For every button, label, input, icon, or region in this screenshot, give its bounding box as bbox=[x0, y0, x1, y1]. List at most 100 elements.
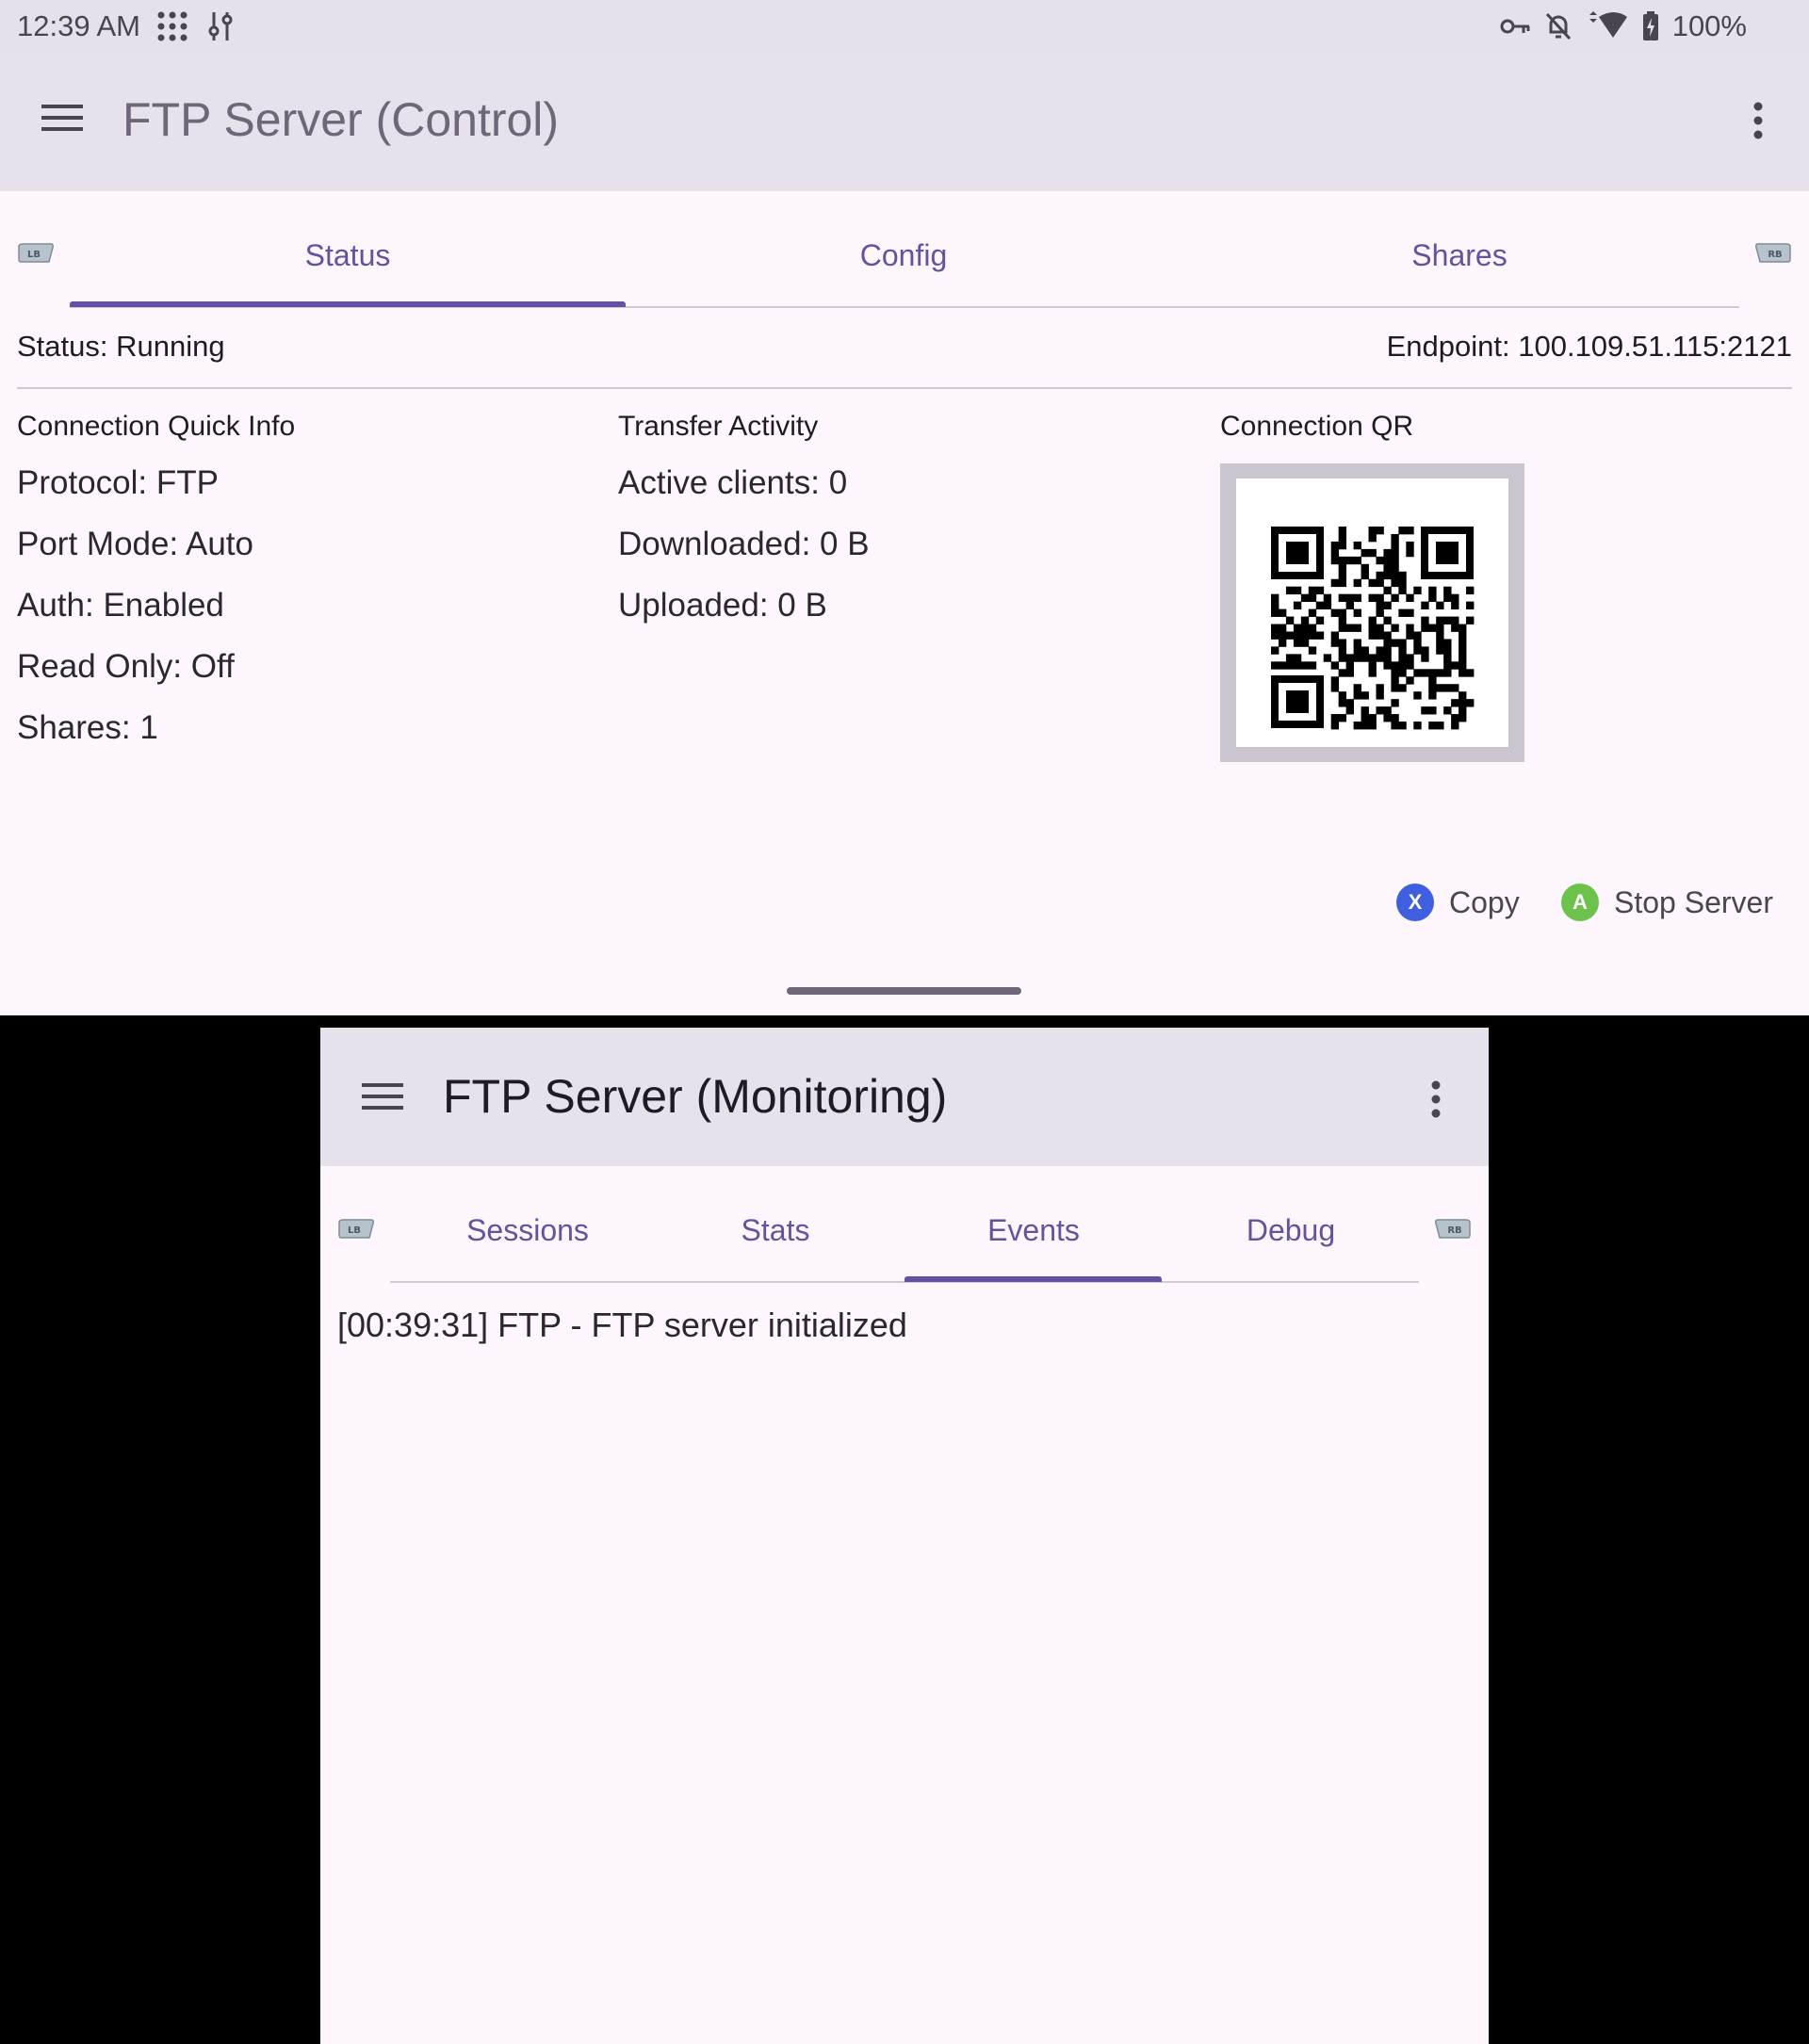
tab-debug[interactable]: Debug bbox=[1197, 1213, 1385, 1248]
quick-info-heading: Connection Quick Info bbox=[17, 411, 296, 442]
qr-module bbox=[1383, 571, 1392, 580]
qr-module bbox=[1300, 639, 1310, 647]
qr-module bbox=[1338, 608, 1347, 617]
qr-module bbox=[1459, 706, 1467, 715]
qr-module bbox=[1406, 608, 1414, 617]
qr-module bbox=[1421, 654, 1429, 662]
menu-icon[interactable] bbox=[41, 103, 83, 138]
qr-module bbox=[1368, 616, 1377, 625]
qr-module bbox=[1285, 586, 1295, 595]
stop-server-label: Stop Server bbox=[1614, 884, 1773, 919]
qr-module bbox=[1459, 646, 1467, 655]
tab-stats[interactable]: Stats bbox=[681, 1213, 870, 1248]
qr-module bbox=[1278, 639, 1287, 647]
qr-module bbox=[1353, 608, 1361, 617]
qr-module bbox=[1436, 646, 1444, 655]
qr-module bbox=[1330, 548, 1340, 558]
qr-module bbox=[1459, 654, 1467, 662]
event-log-entry: [00:39:31] FTP - FTP server initialized bbox=[337, 1306, 907, 1344]
qr-module bbox=[1466, 601, 1475, 609]
qr-module bbox=[1338, 639, 1347, 647]
qr-module bbox=[1406, 676, 1414, 685]
qr-module bbox=[1466, 669, 1475, 677]
more-options-icon[interactable] bbox=[1752, 102, 1764, 144]
qr-module bbox=[1361, 706, 1369, 715]
qr-module bbox=[1308, 624, 1317, 632]
qr-module bbox=[1345, 593, 1354, 603]
qr-module bbox=[1383, 563, 1392, 573]
copy-button[interactable]: X Copy bbox=[1396, 884, 1520, 921]
qr-module bbox=[1308, 631, 1317, 640]
split-drag-handle[interactable] bbox=[787, 987, 1021, 995]
right-bumper-icon: RB bbox=[1434, 1219, 1472, 1240]
qr-module bbox=[1451, 714, 1459, 722]
qr-module bbox=[1459, 639, 1467, 647]
read-only-info: Read Only: Off bbox=[17, 648, 235, 685]
qr-module bbox=[1353, 578, 1361, 588]
qr-code-image bbox=[1271, 527, 1475, 730]
x-button-icon: X bbox=[1396, 884, 1434, 921]
qr-module bbox=[1383, 646, 1392, 655]
qr-module bbox=[1391, 571, 1399, 580]
qr-module bbox=[1368, 527, 1377, 535]
port-mode-info: Port Mode: Auto bbox=[17, 526, 253, 562]
qr-module bbox=[1428, 669, 1437, 677]
qr-module bbox=[1398, 578, 1407, 588]
more-options-icon[interactable] bbox=[1430, 1080, 1442, 1123]
vpn-key-icon bbox=[1499, 15, 1531, 38]
qr-module bbox=[1368, 533, 1377, 543]
qr-module bbox=[1421, 624, 1429, 632]
qr-module bbox=[1383, 661, 1392, 670]
qr-module bbox=[1368, 661, 1377, 670]
qr-module bbox=[1308, 593, 1317, 603]
tab-sessions[interactable]: Sessions bbox=[433, 1213, 622, 1248]
qr-module bbox=[1308, 661, 1317, 670]
qr-module bbox=[1376, 646, 1384, 655]
qr-module bbox=[1300, 624, 1310, 632]
qr-module bbox=[1428, 586, 1437, 595]
qr-module bbox=[1338, 654, 1347, 662]
qr-module bbox=[1278, 608, 1287, 617]
status-row: Status: Running Endpoint: 100.109.51.115… bbox=[17, 330, 1792, 367]
tab-shares[interactable]: Shares bbox=[1370, 238, 1549, 273]
qr-module bbox=[1376, 691, 1384, 700]
qr-module bbox=[1368, 548, 1377, 558]
stop-server-button[interactable]: A Stop Server bbox=[1561, 884, 1773, 921]
server-status: Status: Running bbox=[17, 330, 225, 363]
qr-module bbox=[1376, 556, 1384, 565]
qr-module bbox=[1278, 624, 1287, 632]
qr-module bbox=[1436, 684, 1444, 692]
qr-module bbox=[1368, 722, 1377, 730]
tab-status[interactable]: Status bbox=[258, 238, 437, 273]
qr-module bbox=[1368, 593, 1377, 603]
qr-module bbox=[1391, 684, 1399, 692]
qr-module bbox=[1293, 639, 1302, 647]
transfer-activity-heading: Transfer Activity bbox=[618, 411, 819, 442]
qr-module bbox=[1330, 639, 1340, 647]
menu-icon[interactable] bbox=[362, 1081, 403, 1116]
qr-module bbox=[1330, 556, 1340, 565]
qr-module bbox=[1353, 639, 1361, 647]
qr-module bbox=[1459, 714, 1467, 722]
qr-module bbox=[1345, 661, 1354, 670]
qr-module bbox=[1353, 654, 1361, 662]
qr-module bbox=[1345, 654, 1354, 662]
qr-module bbox=[1300, 616, 1310, 625]
qr-module bbox=[1338, 646, 1347, 655]
qr-module bbox=[1436, 722, 1444, 730]
qr-module bbox=[1345, 624, 1354, 632]
qr-module bbox=[1338, 593, 1347, 603]
battery-charging-icon bbox=[1642, 11, 1659, 41]
tab-config[interactable]: Config bbox=[814, 238, 993, 273]
qr-module bbox=[1421, 601, 1429, 609]
qr-module bbox=[1293, 654, 1302, 662]
qr-module bbox=[1330, 714, 1340, 722]
qr-module bbox=[1338, 563, 1347, 573]
qr-module bbox=[1308, 608, 1317, 617]
qr-module bbox=[1391, 639, 1399, 647]
qr-module bbox=[1300, 661, 1310, 670]
qr-module bbox=[1376, 654, 1384, 662]
qr-module bbox=[1413, 639, 1422, 647]
qr-module bbox=[1459, 691, 1467, 700]
tab-events[interactable]: Events bbox=[939, 1213, 1128, 1248]
